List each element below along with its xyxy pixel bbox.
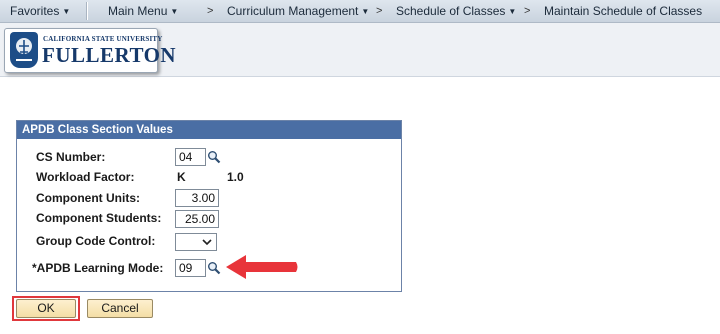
breadcrumb-maintain-schedule-of-classes[interactable]: Maintain Schedule of Classes: [544, 0, 702, 22]
apdb-learning-mode-field[interactable]: 09: [175, 259, 206, 277]
ok-button[interactable]: OK: [16, 299, 76, 318]
university-logo: CALIFORNIA STATE UNIVERSITY FULLERTON: [4, 28, 176, 73]
caret-down-icon: ▼: [170, 7, 179, 16]
logo-campus-text: FULLERTON: [42, 43, 177, 67]
workload-factor-label: Workload Factor:: [36, 170, 135, 184]
maintain-label: Maintain Schedule of Classes: [544, 4, 703, 18]
workload-factor-code: K: [177, 170, 186, 184]
workload-factor-value: 1.0: [227, 170, 244, 184]
logo-university-text: CALIFORNIA STATE UNIVERSITY: [43, 35, 163, 43]
breadcrumb-curriculum-management[interactable]: Curriculum Management ▼: [227, 0, 369, 22]
component-students-field[interactable]: 25.00: [175, 210, 219, 228]
curriculum-label: Curriculum Management: [227, 4, 359, 18]
top-navigation-bar: Favorites ▼ Main Menu ▼ > Curriculum Manag…: [0, 0, 720, 23]
favorites-label: Favorites: [10, 4, 60, 18]
callout-arrow-icon: [226, 255, 298, 279]
nav-separator: [86, 2, 88, 20]
caret-down-icon: ▼: [508, 7, 517, 16]
breadcrumb-arrow-icon: >: [207, 5, 214, 17]
caret-down-icon: ▼: [361, 7, 370, 16]
lookup-icon[interactable]: [207, 261, 221, 275]
breadcrumb-arrow-icon: >: [524, 5, 531, 17]
component-students-label: Component Students:: [36, 211, 162, 225]
lookup-icon[interactable]: [207, 150, 221, 164]
cs-number-field[interactable]: 04: [175, 148, 206, 166]
main-menu-label: Main Menu: [108, 4, 168, 18]
breadcrumb-arrow-icon: >: [376, 5, 383, 17]
group-title: APDB Class Section Values: [17, 121, 401, 139]
main-menu[interactable]: Main Menu ▼: [108, 0, 178, 22]
schedule-label: Schedule of Classes: [396, 4, 506, 18]
apdb-class-section-values-group: APDB Class Section Values CS Number: 04 …: [16, 120, 402, 292]
chevron-down-icon: [202, 239, 212, 246]
caret-down-icon: ▼: [62, 7, 71, 16]
component-units-field[interactable]: 3.00: [175, 189, 219, 207]
cs-number-label: CS Number:: [36, 150, 106, 164]
component-units-label: Component Units:: [36, 191, 140, 205]
favorites-menu[interactable]: Favorites ▼: [10, 0, 70, 22]
cancel-button[interactable]: Cancel: [87, 299, 153, 318]
branding-header: CALIFORNIA STATE UNIVERSITY FULLERTON: [0, 23, 720, 77]
group-code-control-dropdown[interactable]: [175, 233, 217, 251]
apdb-learning-mode-label: *APDB Learning Mode:: [32, 261, 164, 275]
group-code-control-label: Group Code Control:: [36, 234, 156, 248]
university-seal-icon: [10, 32, 38, 68]
breadcrumb-schedule-of-classes[interactable]: Schedule of Classes ▼: [396, 0, 516, 22]
